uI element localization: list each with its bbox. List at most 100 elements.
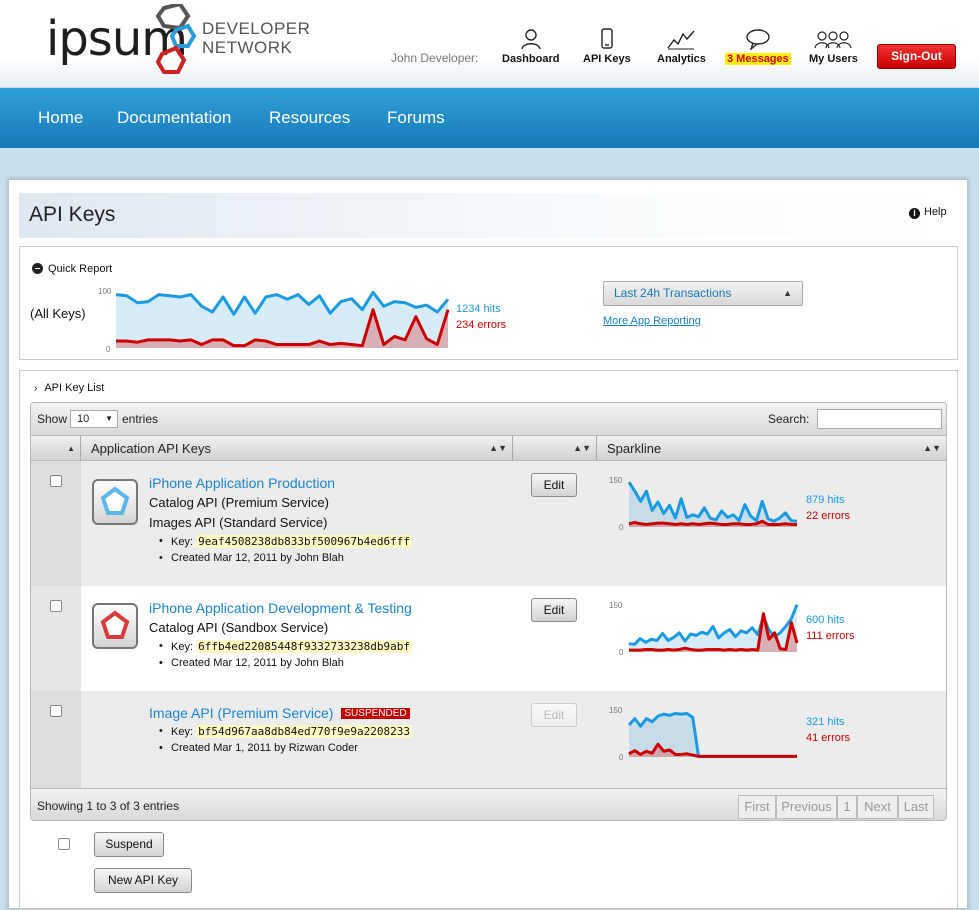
row-checkbox[interactable] — [50, 705, 62, 717]
header-actions-col[interactable]: ▲▼ — [513, 436, 597, 461]
range-select[interactable]: Last 24h Transactions ▲ — [603, 281, 803, 306]
edit-button[interactable]: Edit — [531, 598, 577, 622]
quick-report-title: Quick Report — [48, 263, 113, 275]
api-key-value: bf54d967aa8db84ed770f9e9a2208233 — [196, 725, 412, 738]
pagination-first[interactable]: First — [738, 795, 776, 819]
table-body: iPhone Application Production Catalog AP… — [30, 461, 947, 788]
brand-subtitle: DEVELOPER NETWORK — [202, 19, 310, 57]
row-errors: 41 errors — [806, 732, 851, 744]
brand-line2: NETWORK — [202, 38, 293, 57]
quick-axis-max: 100 — [98, 287, 112, 296]
app-name-link[interactable]: Image API (Premium Service) SUSPENDED — [149, 705, 410, 721]
nav-dashboard[interactable]: Dashboard — [502, 28, 559, 65]
new-api-key-button[interactable]: New API Key — [94, 868, 192, 893]
chart-icon — [667, 30, 695, 50]
info-icon: i — [909, 208, 920, 219]
spark-axis-max: 150 — [609, 706, 623, 715]
header-application-label: Application API Keys — [91, 441, 211, 456]
show-label: Show — [37, 412, 68, 426]
person-icon — [521, 29, 541, 50]
quick-hits: 1234 hits — [456, 303, 501, 315]
row-hits: 879 hits — [806, 494, 845, 506]
quick-report: Quick Report (All Keys) 100 0 1234 hits … — [19, 246, 958, 360]
phone-icon — [601, 28, 613, 49]
row-errors: 111 errors — [806, 630, 855, 642]
nav-messages[interactable]: 3 Messages — [725, 28, 791, 65]
service-label: Images API (Standard Service) — [149, 515, 328, 530]
quick-errors: 234 errors — [456, 319, 507, 331]
api-key-list: › API Key List Show 10 ▼ entries Search: … — [19, 370, 958, 910]
sparkline-chart: 150 0 — [609, 476, 798, 532]
quick-report-toggle[interactable]: Quick Report — [32, 263, 112, 275]
row-checkbox[interactable] — [50, 475, 62, 487]
suspend-button[interactable]: Suspend — [94, 832, 164, 857]
header-application-col[interactable]: Application API Keys ▲▼ — [81, 436, 513, 461]
row-hits: 321 hits — [806, 716, 845, 728]
search-input[interactable] — [817, 409, 942, 429]
row-checkbox[interactable] — [50, 600, 62, 612]
app-icon — [92, 603, 138, 649]
key-line: Key: 9eaf4508238db833bf500967b4ed6fff — [159, 535, 412, 548]
header-sparkline-label: Sparkline — [607, 441, 662, 456]
main-navigation: Home Documentation Resources Forums — [0, 88, 979, 148]
help-label: Help — [924, 206, 947, 218]
app-name-link[interactable]: iPhone Application Production — [149, 475, 335, 491]
pagination-previous[interactable]: Previous — [776, 795, 837, 819]
created-line: Created Mar 12, 2011 by John Blah — [159, 657, 344, 669]
api-key-list-title: API Key List — [44, 382, 105, 394]
nav-analytics[interactable]: Analytics — [657, 28, 706, 65]
brand-line1: DEVELOPER — [202, 19, 311, 38]
help-link[interactable]: i Help — [909, 206, 947, 219]
sign-out-button[interactable]: Sign-Out — [877, 44, 956, 69]
header-sparkline-col[interactable]: Sparkline ▲▼ — [597, 436, 946, 461]
api-key-list-toggle[interactable]: › API Key List — [34, 382, 104, 394]
sort-asc-icon: ▲ — [67, 444, 75, 453]
nav-api-keys[interactable]: API Keys — [583, 28, 631, 65]
table-row: Image API (Premium Service) SUSPENDED Key… — [31, 691, 946, 788]
entries-select[interactable]: 10 ▼ — [70, 410, 118, 428]
table-row: iPhone Application Production Catalog AP… — [31, 461, 946, 586]
current-user-label: John Developer: — [391, 51, 479, 65]
pagination-next[interactable]: Next — [857, 795, 898, 819]
key-label: Key: — [171, 536, 194, 548]
pagination-page-1[interactable]: 1 — [837, 795, 857, 819]
table-toolbar: Show 10 ▼ entries Search: — [30, 402, 947, 435]
api-key-value: 9eaf4508238db833bf500967b4ed6fff — [196, 535, 412, 548]
mainnav-documentation[interactable]: Documentation — [117, 108, 231, 128]
header-select-col[interactable]: ▲ — [31, 436, 81, 461]
entries-summary: Showing 1 to 3 of 3 entries — [37, 799, 180, 813]
mainnav-resources[interactable]: Resources — [269, 108, 350, 128]
collapse-icon — [32, 263, 43, 274]
speech-bubble-icon — [746, 29, 770, 50]
range-select-value: Last 24h Transactions — [614, 286, 732, 300]
group-icon — [814, 31, 853, 49]
brand-logo[interactable]: ipsum DEVELOPER NETWORK — [44, 4, 344, 78]
spark-axis-max: 150 — [609, 476, 623, 485]
all-keys-label: (All Keys) — [30, 306, 86, 321]
app-name-link[interactable]: iPhone Application Development & Testing — [149, 600, 412, 616]
nav-analytics-label: Analytics — [657, 53, 706, 65]
mainnav-home[interactable]: Home — [38, 108, 83, 128]
sparkline-chart: 150 0 — [609, 601, 799, 657]
edit-button-disabled: Edit — [531, 703, 577, 727]
spark-axis-min: 0 — [619, 753, 624, 762]
pentagon-icon — [100, 610, 130, 639]
table-row: iPhone Application Development & Testing… — [31, 586, 946, 691]
pagination-last[interactable]: Last — [898, 795, 934, 819]
entries-select-value: 10 — [77, 413, 90, 425]
nav-my-users-label: My Users — [809, 53, 858, 65]
created-line: Created Mar 12, 2011 by John Blah — [159, 552, 344, 564]
api-key-value: 6ffb4ed22085448f9332733238db9abf — [196, 640, 412, 653]
nav-messages-label: 3 Messages — [725, 53, 791, 65]
spark-axis-max: 150 — [609, 601, 623, 610]
mainnav-forums[interactable]: Forums — [387, 108, 445, 128]
page-header: API Keys — [19, 193, 957, 238]
search-label: Search: — [768, 412, 810, 426]
edit-button[interactable]: Edit — [531, 473, 577, 497]
quick-axis-min: 0 — [106, 345, 111, 354]
entries-label: entries — [122, 412, 159, 426]
nav-my-users[interactable]: My Users — [809, 28, 858, 65]
select-all-checkbox[interactable] — [58, 838, 70, 850]
spark-axis-min: 0 — [619, 523, 624, 532]
more-app-reporting-link[interactable]: More App Reporting — [603, 315, 701, 327]
